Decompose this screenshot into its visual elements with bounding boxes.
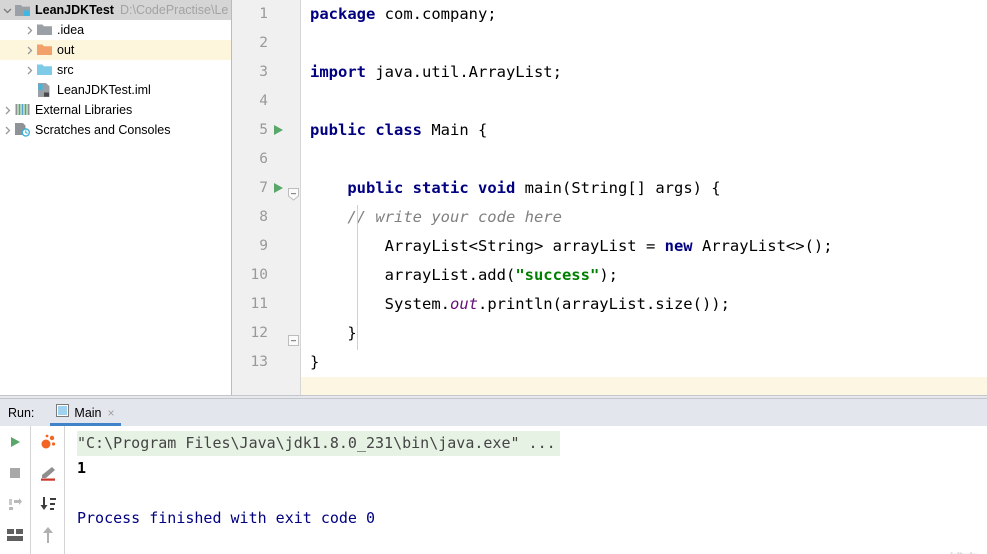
- line-number: 1: [259, 6, 268, 22]
- close-icon[interactable]: ×: [108, 407, 115, 419]
- libraries-icon: [14, 100, 32, 120]
- code-text: public class Main {: [310, 121, 488, 139]
- code-line[interactable]: 6: [232, 145, 987, 174]
- fold-collapse-icon[interactable]: [288, 182, 299, 201]
- chevron-down-icon[interactable]: [0, 6, 14, 15]
- chevron-right-icon[interactable]: [22, 66, 36, 75]
- code-text: }: [310, 353, 320, 371]
- top-region: LeanJDKTest D:\CodePractise\Le .idea out src…: [0, 0, 987, 395]
- tree-item-scratches-and-consoles[interactable]: Scratches and Consoles: [0, 120, 231, 140]
- line-number: 11: [250, 296, 268, 312]
- code-line[interactable]: 10 arrayList.add("success");: [232, 261, 987, 290]
- line-number: 4: [259, 93, 268, 109]
- arrow-down-list-icon[interactable]: [38, 494, 58, 514]
- rerun-dots-icon[interactable]: [38, 432, 58, 452]
- tree-item-idea[interactable]: .idea: [0, 20, 231, 40]
- code-text: package com.company;: [310, 5, 497, 23]
- code-text: System.out.println(arrayList.size());: [310, 295, 730, 313]
- tree-item-leanjdktest-iml[interactable]: LeanJDKTest.iml: [0, 80, 231, 100]
- run-panel: Run: Main × "C:\Program Files\Java\jdk1.…: [0, 399, 987, 554]
- editor-pane[interactable]: 1 package com.company; 2 3 import java.util.…: [232, 0, 987, 395]
- intellij-idea-window: LeanJDKTest D:\CodePractise\Le .idea out src…: [0, 0, 987, 554]
- console-tab-icon: [56, 403, 70, 422]
- pencil-underline-icon[interactable]: [38, 463, 58, 483]
- code-text: }: [310, 324, 357, 342]
- run-gutter-icon[interactable]: [274, 125, 283, 135]
- arrow-up-icon[interactable]: [38, 525, 58, 545]
- run-body: "C:\Program Files\Java\jdk1.8.0_231\bin\…: [0, 426, 987, 554]
- code-lines[interactable]: 1 package com.company; 2 3 import java.util.…: [232, 0, 987, 395]
- line-number: 13: [250, 354, 268, 370]
- line-number: 10: [250, 267, 268, 283]
- caret-line-highlight: [301, 377, 987, 395]
- tree-item-label: LeanJDKTest.iml: [57, 83, 151, 97]
- rerun-button[interactable]: [5, 432, 25, 452]
- chevron-right-icon[interactable]: [0, 126, 14, 135]
- run-tab-bar: Run: Main ×: [0, 399, 987, 426]
- line-number: 7: [259, 180, 268, 196]
- console-panel-icon[interactable]: [5, 525, 25, 545]
- iml-file-icon: [36, 80, 54, 100]
- chevron-right-icon[interactable]: [0, 106, 14, 115]
- console-command-line: "C:\Program Files\Java\jdk1.8.0_231\bin\…: [77, 431, 560, 456]
- project-path-label: D:\CodePractise\Le: [119, 3, 229, 17]
- code-line[interactable]: 4: [232, 87, 987, 116]
- watermark: https://blog.csdn.net/@51CTO博客: [742, 549, 979, 554]
- tree-item-src[interactable]: src: [0, 60, 231, 80]
- code-line[interactable]: 8 // write your code here: [232, 203, 987, 232]
- line-number: 3: [259, 64, 268, 80]
- tree-item-label: External Libraries: [35, 103, 133, 117]
- code-text: import java.util.ArrayList;: [310, 63, 562, 81]
- run-window-title: Run:: [8, 405, 35, 420]
- run-toolbar-secondary: [31, 426, 65, 554]
- project-tool-window[interactable]: LeanJDKTest D:\CodePractise\Le .idea out src…: [0, 0, 232, 395]
- tree-item-leanjdktest[interactable]: LeanJDKTest D:\CodePractise\Le: [0, 0, 231, 20]
- tree-item-label: out: [57, 43, 75, 57]
- code-line[interactable]: 11 System.out.println(arrayList.size());: [232, 290, 987, 319]
- console-finish-line: Process finished with exit code 0: [77, 509, 376, 527]
- scratches-icon: [14, 120, 32, 140]
- tree-item-label: src: [57, 63, 74, 77]
- project-module-icon: [14, 0, 32, 20]
- line-number: 12: [250, 325, 268, 341]
- code-line[interactable]: 12 }: [232, 319, 987, 348]
- folder-blue-icon: [36, 60, 54, 80]
- run-tab-label: Main: [74, 405, 102, 420]
- tree-item-label: .idea: [57, 23, 85, 37]
- line-number: 6: [259, 151, 268, 167]
- code-line[interactable]: 9 ArrayList<String> arrayList = new Arra…: [232, 232, 987, 261]
- code-line[interactable]: 2: [232, 29, 987, 58]
- indent-guide: [357, 205, 358, 350]
- fold-end-icon[interactable]: [288, 327, 299, 346]
- code-text: public static void main(String[] args) {: [347, 179, 721, 197]
- restore-layout-icon[interactable]: [5, 494, 25, 514]
- run-toolbar-primary: [0, 426, 31, 554]
- line-number: 8: [259, 209, 268, 225]
- code-line[interactable]: 7 public static void main(String[] args)…: [232, 174, 987, 203]
- line-number: 2: [259, 35, 268, 51]
- chevron-right-icon[interactable]: [22, 26, 36, 35]
- console-command-row: "C:\Program Files\Java\jdk1.8.0_231\bin\…: [65, 431, 987, 456]
- run-gutter-icon[interactable]: [274, 183, 283, 193]
- stop-button[interactable]: [5, 463, 25, 483]
- line-number: 9: [259, 238, 268, 254]
- folder-gray-icon: [36, 20, 54, 40]
- chevron-right-icon[interactable]: [22, 46, 36, 55]
- console-program-output: 1: [77, 459, 87, 477]
- code-text: // write your code here: [347, 208, 562, 226]
- code-text: ArrayList<String> arrayList = new ArrayL…: [310, 237, 833, 255]
- folder-orange-icon: [36, 40, 54, 60]
- console-output[interactable]: "C:\Program Files\Java\jdk1.8.0_231\bin\…: [65, 426, 987, 554]
- tree-item-external-libraries[interactable]: External Libraries: [0, 100, 231, 120]
- run-tab-main[interactable]: Main ×: [50, 399, 121, 426]
- tree-item-label: LeanJDKTest: [35, 3, 114, 17]
- line-number: 5: [259, 122, 268, 138]
- tree-item-out[interactable]: out: [0, 40, 231, 60]
- code-line[interactable]: 1 package com.company;: [232, 0, 987, 29]
- tree-item-label: Scratches and Consoles: [35, 123, 171, 137]
- code-line[interactable]: 5 public class Main {: [232, 116, 987, 145]
- code-line[interactable]: 3 import java.util.ArrayList;: [232, 58, 987, 87]
- code-line[interactable]: 13}: [232, 348, 987, 377]
